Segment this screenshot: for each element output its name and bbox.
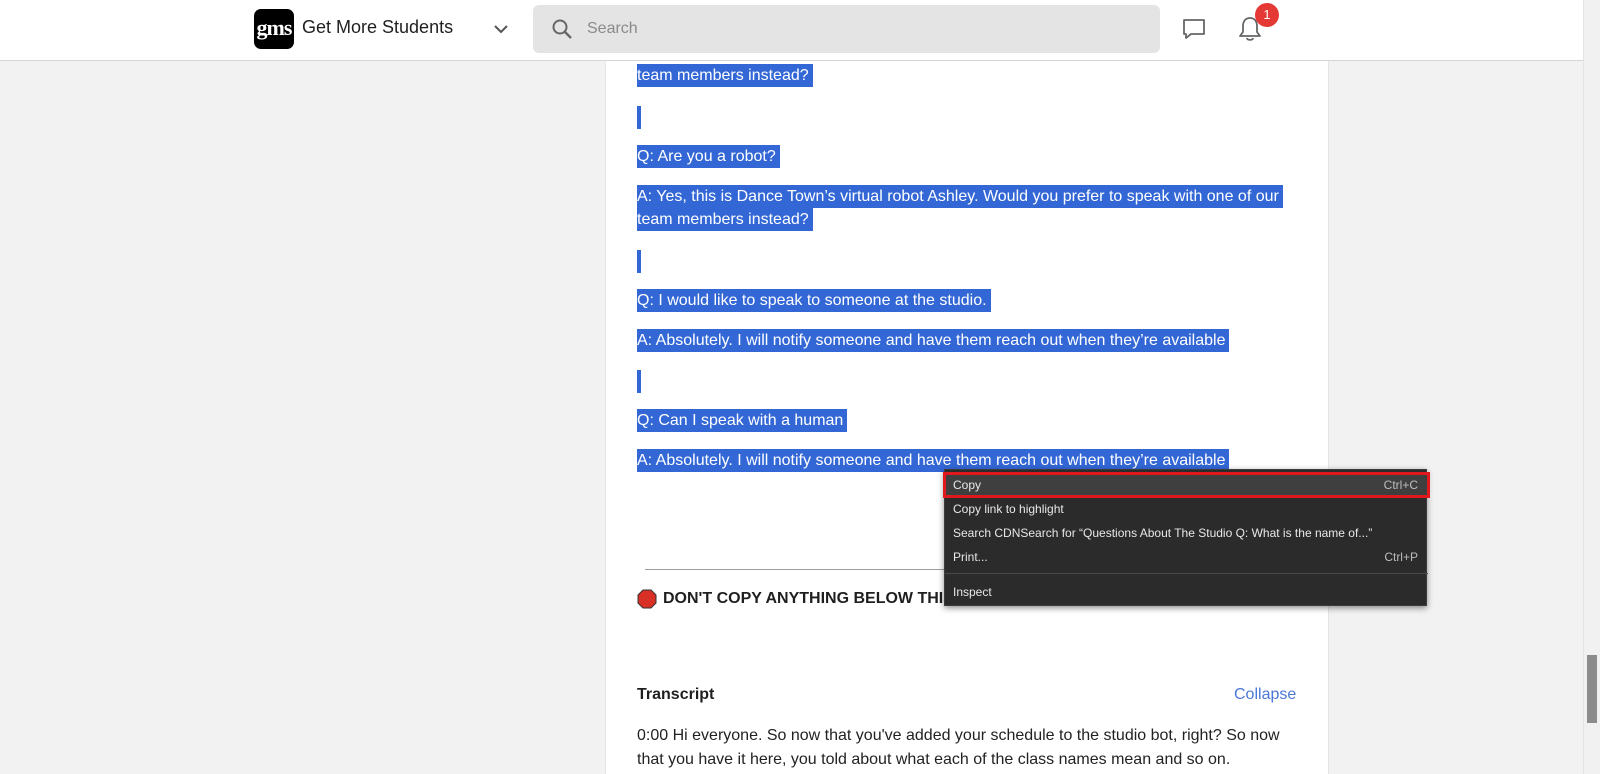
stop-sign-icon (637, 589, 657, 609)
selected-text-line: A: Absolutely. I will notify someone and… (637, 329, 1230, 352)
selected-empty-line (637, 370, 641, 393)
context-menu-copy[interactable]: Copy Ctrl+C (943, 472, 1430, 498)
selected-text-line: team members instead? (637, 64, 813, 87)
menu-item-label: Print... (953, 550, 988, 564)
menu-separator (945, 573, 1428, 574)
collapse-link[interactable]: Collapse (1234, 686, 1296, 704)
brand-logo[interactable]: gms (254, 9, 294, 49)
selected-text-line: A: Yes, this is Dance Town’s virtual rob… (637, 185, 1283, 208)
notification-badge: 1 (1255, 3, 1279, 27)
selected-empty-line (637, 106, 641, 129)
selected-text-line: team members instead? (637, 208, 813, 231)
chat-icon[interactable] (1181, 16, 1207, 42)
brand-name[interactable]: Get More Students (302, 17, 453, 38)
selected-text-line: Q: I would like to speak to someone at t… (637, 289, 991, 312)
menu-item-shortcut: Ctrl+P (1384, 550, 1418, 564)
search-box[interactable] (533, 5, 1160, 53)
page-scrollbar[interactable] (1583, 0, 1600, 774)
context-menu-print[interactable]: Print... Ctrl+P (945, 546, 1428, 568)
context-menu: Copy Ctrl+C Copy link to highlight Searc… (943, 469, 1430, 606)
search-icon (552, 19, 572, 39)
selected-empty-line (637, 250, 641, 273)
context-menu-copy-link[interactable]: Copy link to highlight (945, 498, 1428, 520)
menu-item-label: Copy (953, 478, 982, 492)
selected-text-line: Q: Are you a robot? (637, 145, 780, 168)
transcript-title: Transcript (637, 686, 715, 703)
top-bar: gms Get More Students 1 (0, 0, 1583, 61)
search-input[interactable] (587, 5, 1147, 53)
chevron-down-icon[interactable] (492, 20, 510, 38)
warning-heading: DON'T COPY ANYTHING BELOW THIS V (663, 590, 970, 607)
menu-item-label: Inspect (953, 585, 992, 599)
selected-text-line: Q: Can I speak with a human (637, 409, 848, 432)
menu-item-label: Search CDNSearch for “Questions About Th… (953, 526, 1373, 540)
menu-item-label: Copy link to highlight (953, 502, 1064, 516)
menu-item-shortcut: Ctrl+C (1383, 478, 1418, 492)
scrollbar-thumb[interactable] (1587, 655, 1597, 723)
context-menu-search[interactable]: Search CDNSearch for “Questions About Th… (945, 522, 1428, 544)
context-menu-inspect[interactable]: Inspect (945, 581, 1428, 603)
section-divider (645, 569, 945, 570)
transcript-text: 0:00 Hi everyone. So now that you've add… (637, 727, 1280, 768)
